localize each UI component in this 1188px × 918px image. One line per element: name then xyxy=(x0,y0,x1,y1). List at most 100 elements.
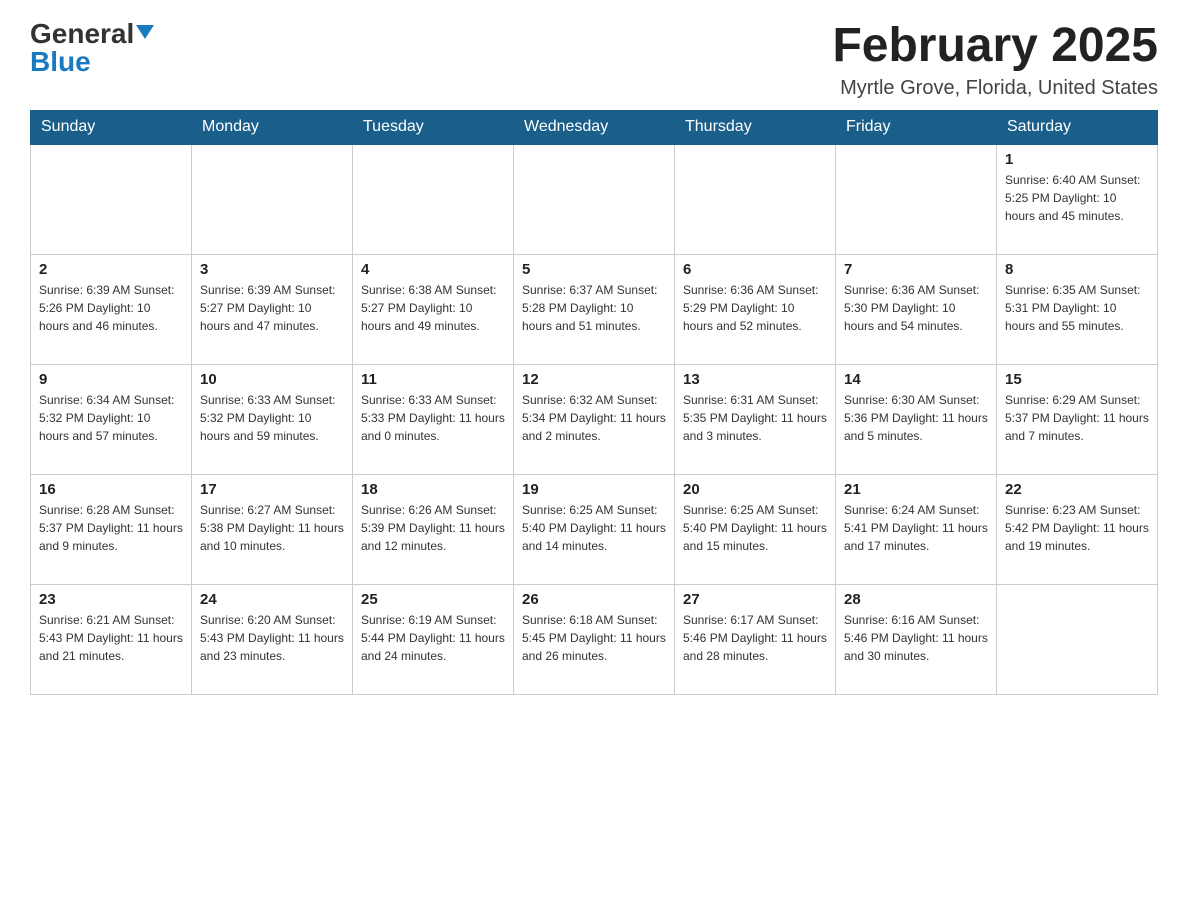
month-title: February 2025 xyxy=(832,20,1158,73)
calendar-cell: 2 Sunrise: 6:39 AM Sunset: 5:26 PM Daylig… xyxy=(31,254,192,364)
calendar-cell xyxy=(514,144,675,254)
day-number: 23 xyxy=(39,591,183,608)
day-info: Sunrise: 6:39 AM Sunset: 5:27 PM Dayligh… xyxy=(200,281,344,335)
weekday-header-monday: Monday xyxy=(192,110,353,145)
calendar-cell xyxy=(353,144,514,254)
title-area: February 2025 Myrtle Grove, Florida, Uni… xyxy=(832,20,1158,100)
day-number: 20 xyxy=(683,481,827,498)
logo-triangle-icon xyxy=(136,25,154,39)
calendar-cell: 21 Sunrise: 6:24 AM Sunset: 5:41 PM Dayli… xyxy=(836,474,997,584)
day-number: 24 xyxy=(200,591,344,608)
day-number: 17 xyxy=(200,481,344,498)
day-number: 22 xyxy=(1005,481,1149,498)
day-number: 14 xyxy=(844,371,988,388)
logo: General Blue xyxy=(30,20,154,76)
day-number: 9 xyxy=(39,371,183,388)
calendar-cell: 5 Sunrise: 6:37 AM Sunset: 5:28 PM Daylig… xyxy=(514,254,675,364)
day-info: Sunrise: 6:37 AM Sunset: 5:28 PM Dayligh… xyxy=(522,281,666,335)
calendar-cell: 7 Sunrise: 6:36 AM Sunset: 5:30 PM Daylig… xyxy=(836,254,997,364)
calendar-cell: 1Sunrise: 6:40 AM Sunset: 5:25 PM Daylig… xyxy=(997,144,1158,254)
day-number: 8 xyxy=(1005,261,1149,278)
calendar-cell: 16 Sunrise: 6:28 AM Sunset: 5:37 PM Dayli… xyxy=(31,474,192,584)
calendar-cell xyxy=(675,144,836,254)
calendar-cell: 23 Sunrise: 6:21 AM Sunset: 5:43 PM Dayli… xyxy=(31,584,192,694)
day-info: Sunrise: 6:28 AM Sunset: 5:37 PM Dayligh… xyxy=(39,501,183,555)
day-info: Sunrise: 6:33 AM Sunset: 5:32 PM Dayligh… xyxy=(200,391,344,445)
day-number: 6 xyxy=(683,261,827,278)
day-number: 19 xyxy=(522,481,666,498)
calendar-cell: 3Sunrise: 6:39 AM Sunset: 5:27 PM Daylig… xyxy=(192,254,353,364)
weekday-header-wednesday: Wednesday xyxy=(514,110,675,145)
page-header: General Blue February 2025 Myrtle Grove,… xyxy=(30,20,1158,100)
day-info: Sunrise: 6:40 AM Sunset: 5:25 PM Dayligh… xyxy=(1005,171,1149,225)
day-info: Sunrise: 6:16 AM Sunset: 5:46 PM Dayligh… xyxy=(844,611,988,665)
day-info: Sunrise: 6:21 AM Sunset: 5:43 PM Dayligh… xyxy=(39,611,183,665)
calendar-cell: 22 Sunrise: 6:23 AM Sunset: 5:42 PM Dayli… xyxy=(997,474,1158,584)
weekday-header-tuesday: Tuesday xyxy=(353,110,514,145)
day-info: Sunrise: 6:17 AM Sunset: 5:46 PM Dayligh… xyxy=(683,611,827,665)
day-info: Sunrise: 6:32 AM Sunset: 5:34 PM Dayligh… xyxy=(522,391,666,445)
day-number: 2 xyxy=(39,261,183,278)
logo-blue-text: Blue xyxy=(30,48,91,76)
calendar-week-2: 2 Sunrise: 6:39 AM Sunset: 5:26 PM Daylig… xyxy=(31,254,1158,364)
calendar-cell: 26 Sunrise: 6:18 AM Sunset: 5:45 PM Dayli… xyxy=(514,584,675,694)
day-info: Sunrise: 6:38 AM Sunset: 5:27 PM Dayligh… xyxy=(361,281,505,335)
day-number: 21 xyxy=(844,481,988,498)
day-info: Sunrise: 6:33 AM Sunset: 5:33 PM Dayligh… xyxy=(361,391,505,445)
day-info: Sunrise: 6:35 AM Sunset: 5:31 PM Dayligh… xyxy=(1005,281,1149,335)
calendar-cell: 9 Sunrise: 6:34 AM Sunset: 5:32 PM Daylig… xyxy=(31,364,192,474)
day-info: Sunrise: 6:20 AM Sunset: 5:43 PM Dayligh… xyxy=(200,611,344,665)
calendar-cell: 8 Sunrise: 6:35 AM Sunset: 5:31 PM Daylig… xyxy=(997,254,1158,364)
day-info: Sunrise: 6:25 AM Sunset: 5:40 PM Dayligh… xyxy=(522,501,666,555)
calendar-cell xyxy=(836,144,997,254)
calendar-cell: 17Sunrise: 6:27 AM Sunset: 5:38 PM Dayli… xyxy=(192,474,353,584)
calendar-cell: 10 Sunrise: 6:33 AM Sunset: 5:32 PM Dayli… xyxy=(192,364,353,474)
day-number: 10 xyxy=(200,371,344,388)
day-info: Sunrise: 6:30 AM Sunset: 5:36 PM Dayligh… xyxy=(844,391,988,445)
calendar-cell: 12 Sunrise: 6:32 AM Sunset: 5:34 PM Dayli… xyxy=(514,364,675,474)
calendar-table: SundayMondayTuesdayWednesdayThursdayFrid… xyxy=(30,110,1158,695)
day-number: 15 xyxy=(1005,371,1149,388)
calendar-cell: 19 Sunrise: 6:25 AM Sunset: 5:40 PM Dayli… xyxy=(514,474,675,584)
day-number: 25 xyxy=(361,591,505,608)
calendar-week-4: 16 Sunrise: 6:28 AM Sunset: 5:37 PM Dayli… xyxy=(31,474,1158,584)
calendar-week-3: 9 Sunrise: 6:34 AM Sunset: 5:32 PM Daylig… xyxy=(31,364,1158,474)
day-info: Sunrise: 6:31 AM Sunset: 5:35 PM Dayligh… xyxy=(683,391,827,445)
calendar-cell: 24 Sunrise: 6:20 AM Sunset: 5:43 PM Dayli… xyxy=(192,584,353,694)
weekday-header-saturday: Saturday xyxy=(997,110,1158,145)
day-info: Sunrise: 6:36 AM Sunset: 5:29 PM Dayligh… xyxy=(683,281,827,335)
day-info: Sunrise: 6:26 AM Sunset: 5:39 PM Dayligh… xyxy=(361,501,505,555)
weekday-header-friday: Friday xyxy=(836,110,997,145)
day-number: 13 xyxy=(683,371,827,388)
calendar-cell: 14 Sunrise: 6:30 AM Sunset: 5:36 PM Dayli… xyxy=(836,364,997,474)
day-number: 26 xyxy=(522,591,666,608)
day-number: 12 xyxy=(522,371,666,388)
day-info: Sunrise: 6:34 AM Sunset: 5:32 PM Dayligh… xyxy=(39,391,183,445)
calendar-cell: 18 Sunrise: 6:26 AM Sunset: 5:39 PM Dayli… xyxy=(353,474,514,584)
calendar-cell xyxy=(192,144,353,254)
day-info: Sunrise: 6:29 AM Sunset: 5:37 PM Dayligh… xyxy=(1005,391,1149,445)
day-number: 5 xyxy=(522,261,666,278)
calendar-cell: 25Sunrise: 6:19 AM Sunset: 5:44 PM Dayli… xyxy=(353,584,514,694)
day-info: Sunrise: 6:39 AM Sunset: 5:26 PM Dayligh… xyxy=(39,281,183,335)
weekday-header-sunday: Sunday xyxy=(31,110,192,145)
calendar-week-1: 1Sunrise: 6:40 AM Sunset: 5:25 PM Daylig… xyxy=(31,144,1158,254)
day-info: Sunrise: 6:25 AM Sunset: 5:40 PM Dayligh… xyxy=(683,501,827,555)
day-info: Sunrise: 6:23 AM Sunset: 5:42 PM Dayligh… xyxy=(1005,501,1149,555)
day-info: Sunrise: 6:18 AM Sunset: 5:45 PM Dayligh… xyxy=(522,611,666,665)
calendar-cell: 6 Sunrise: 6:36 AM Sunset: 5:29 PM Daylig… xyxy=(675,254,836,364)
day-number: 16 xyxy=(39,481,183,498)
day-info: Sunrise: 6:24 AM Sunset: 5:41 PM Dayligh… xyxy=(844,501,988,555)
day-number: 7 xyxy=(844,261,988,278)
calendar-cell: 11Sunrise: 6:33 AM Sunset: 5:33 PM Dayli… xyxy=(353,364,514,474)
day-info: Sunrise: 6:36 AM Sunset: 5:30 PM Dayligh… xyxy=(844,281,988,335)
calendar-cell: 27 Sunrise: 6:17 AM Sunset: 5:46 PM Dayli… xyxy=(675,584,836,694)
location-text: Myrtle Grove, Florida, United States xyxy=(832,77,1158,100)
day-number: 4 xyxy=(361,261,505,278)
calendar-week-5: 23 Sunrise: 6:21 AM Sunset: 5:43 PM Dayli… xyxy=(31,584,1158,694)
day-number: 28 xyxy=(844,591,988,608)
calendar-cell: 15 Sunrise: 6:29 AM Sunset: 5:37 PM Dayli… xyxy=(997,364,1158,474)
day-number: 18 xyxy=(361,481,505,498)
day-number: 27 xyxy=(683,591,827,608)
weekday-header-row: SundayMondayTuesdayWednesdayThursdayFrid… xyxy=(31,110,1158,145)
